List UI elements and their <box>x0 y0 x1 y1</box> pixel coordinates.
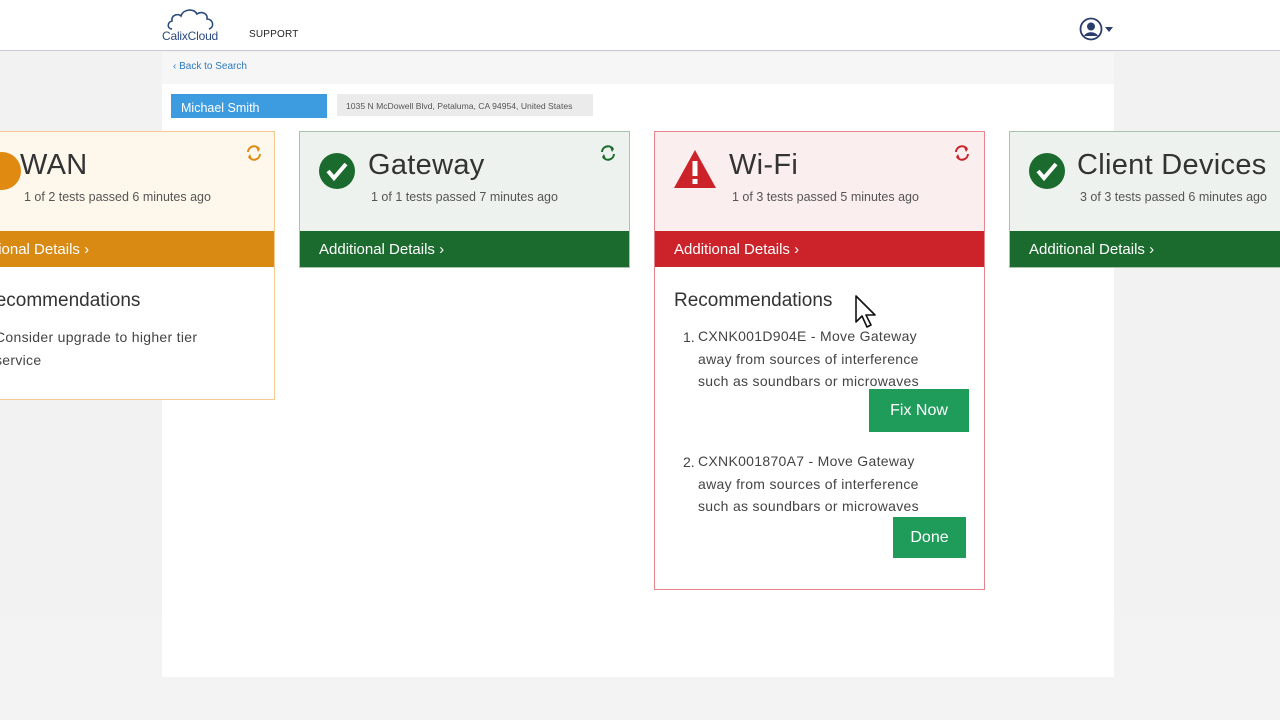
wifi-recommendation-1: CXNK001D904E - Move Gateway away from so… <box>698 328 919 389</box>
nav-support-link[interactable]: SUPPORT <box>249 29 299 40</box>
warning-circle-icon <box>0 152 21 190</box>
wifi-card: Wi-Fi 1 of 3 tests passed 5 minutes ago … <box>654 131 985 590</box>
wan-recommendation-1: Consider upgrade to higher tier service <box>0 329 198 368</box>
wifi-additional-details-button[interactable]: Additional Details › <box>655 231 984 267</box>
top-navigation-bar: CalixCloud SUPPORT <box>0 0 1280 51</box>
footer-panel <box>162 615 1114 677</box>
client-devices-card-title: Client Devices <box>1077 149 1267 181</box>
checkmark-circle-icon <box>319 153 355 189</box>
client-devices-card-subtitle: 3 of 3 tests passed 6 minutes ago <box>1080 190 1267 204</box>
wifi-card-title: Wi-Fi <box>729 149 799 181</box>
gateway-card-title: Gateway <box>368 149 485 181</box>
wifi-recommendation-2: CXNK001870A7 - Move Gateway away from so… <box>698 453 919 514</box>
wan-card-subtitle: 1 of 2 tests passed 6 minutes ago <box>24 190 211 204</box>
gateway-card-subtitle: 1 of 1 tests passed 7 minutes ago <box>371 190 558 204</box>
gateway-card: Gateway 1 of 1 tests passed 7 minutes ag… <box>299 131 630 268</box>
wifi-recommendations-title: Recommendations <box>674 290 833 311</box>
client-devices-card: Client Devices 3 of 3 tests passed 6 min… <box>1009 131 1280 268</box>
gateway-additional-details-button[interactable]: Additional Details › <box>300 231 629 267</box>
refresh-icon[interactable] <box>599 144 617 162</box>
fix-now-button[interactable]: Fix Now <box>869 389 969 432</box>
wan-card-header: WAN 1 of 2 tests passed 6 minutes ago <box>0 132 274 231</box>
chevron-left-icon: ‹ <box>173 61 177 72</box>
user-menu-button[interactable] <box>1079 17 1115 41</box>
mouse-pointer-icon <box>855 295 876 328</box>
done-button[interactable]: Done <box>893 517 966 558</box>
calix-cloud-logo[interactable]: CalixCloud <box>160 7 224 45</box>
client-devices-additional-details-button[interactable]: Additional Details › <box>1010 231 1280 267</box>
checkmark-circle-icon <box>1029 153 1065 189</box>
wifi-recommendation-1-number: 1. <box>683 329 695 345</box>
wifi-card-header: Wi-Fi 1 of 3 tests passed 5 minutes ago <box>655 132 984 231</box>
gateway-card-header: Gateway 1 of 1 tests passed 7 minutes ag… <box>300 132 629 231</box>
wifi-recommendation-2-number: 2. <box>683 454 695 470</box>
wan-recommendations-title: Recommendations <box>0 290 141 311</box>
logo-text: CalixCloud <box>162 29 219 43</box>
cloud-logo-icon <box>167 9 214 30</box>
chevron-down-icon <box>1105 27 1113 32</box>
wifi-card-subtitle: 1 of 3 tests passed 5 minutes ago <box>732 190 919 204</box>
client-devices-card-header: Client Devices 3 of 3 tests passed 6 min… <box>1010 132 1280 231</box>
subscriber-name-tab[interactable]: Michael Smith <box>171 94 327 118</box>
warning-triangle-icon <box>674 150 716 188</box>
back-to-search-label: Back to Search <box>179 61 247 72</box>
wan-card: WAN 1 of 2 tests passed 6 minutes ago Ad… <box>0 131 275 400</box>
back-to-search-link[interactable]: ‹ Back to Search <box>173 61 247 72</box>
subscriber-address: 1035 N McDowell Blvd, Petaluma, CA 94954… <box>337 94 593 116</box>
user-avatar-icon <box>1079 17 1103 41</box>
refresh-icon[interactable] <box>953 144 971 162</box>
wan-card-title: WAN <box>20 149 88 181</box>
refresh-icon[interactable] <box>245 144 263 162</box>
wan-additional-details-button[interactable]: Additional Details › <box>0 231 274 267</box>
content-panel-header-band <box>162 52 1114 84</box>
